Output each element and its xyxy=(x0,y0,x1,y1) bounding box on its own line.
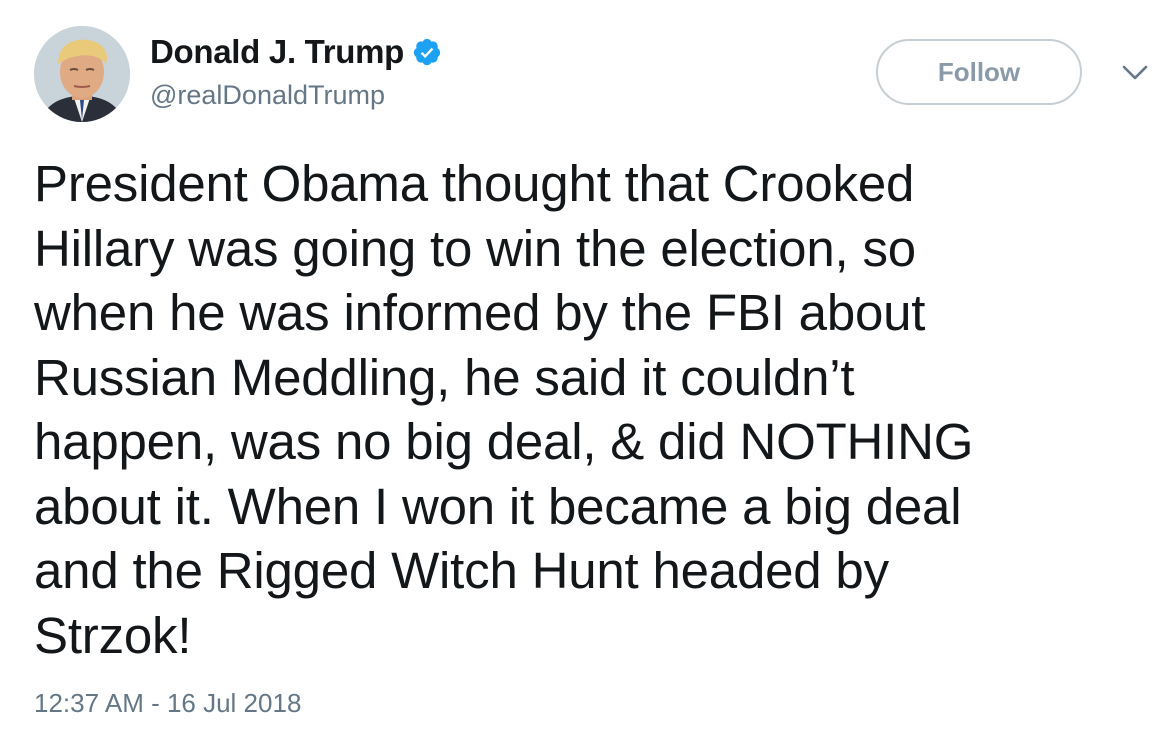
avatar-portrait-image xyxy=(34,26,130,122)
display-name[interactable]: Donald J. Trump xyxy=(150,33,404,71)
tweet-timestamp[interactable]: 12:37 AM - 16 Jul 2018 xyxy=(34,688,301,719)
verified-badge-icon xyxy=(412,37,442,67)
avatar[interactable] xyxy=(34,26,130,122)
tweet-card: Donald J. Trump @realDonaldTrump Follow … xyxy=(0,0,1176,732)
author-info: Donald J. Trump @realDonaldTrump xyxy=(150,30,442,111)
chevron-down-icon[interactable] xyxy=(1121,64,1149,82)
follow-button[interactable]: Follow xyxy=(876,39,1082,105)
tweet-text: President Obama thought that Crooked Hil… xyxy=(34,155,974,664)
display-name-row: Donald J. Trump xyxy=(150,30,442,74)
user-handle[interactable]: @realDonaldTrump xyxy=(150,80,442,111)
